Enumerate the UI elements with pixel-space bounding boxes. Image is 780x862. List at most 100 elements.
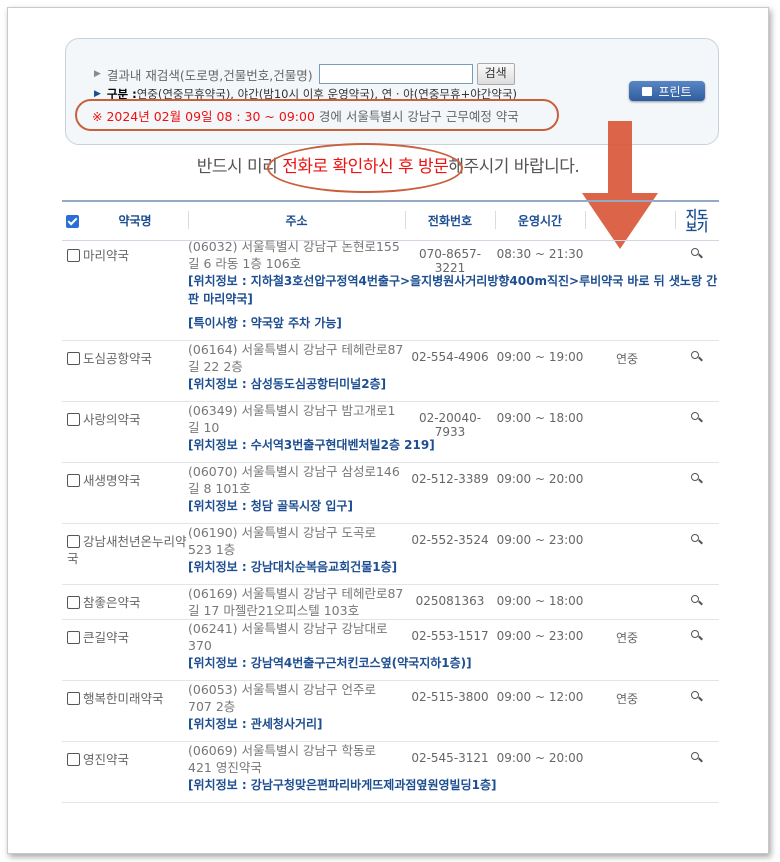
map-view-icon[interactable] xyxy=(690,629,704,643)
row-checkbox[interactable] xyxy=(67,595,80,609)
phone-cell: 02-545-3121 xyxy=(411,751,489,765)
info-block: [위치정보 : 강남역4번출구근처킨코스옆(약국지하1층)] xyxy=(62,654,719,680)
address-cell: (06349) 서울특별시 강남구 밤고개로1 길 10 xyxy=(188,402,405,436)
table-row: 큰길약국 (06241) 서울특별시 강남구 강남대로 370 02-553-1517… xyxy=(62,620,719,681)
phone-cell: 02-512-3389 xyxy=(411,472,489,486)
phone-cell: 025081363 xyxy=(415,594,485,608)
address-line2: 523 1층 xyxy=(188,542,236,557)
table-row: 마리약국 (06032) 서울특별시 강남구 논현로155 길 6 라동 1층 10… xyxy=(62,238,719,341)
map-view-icon[interactable] xyxy=(690,533,704,547)
table-row: 강남새천년온누리약국 (06190) 서울특별시 강남구 도곡로 523 1층 02-… xyxy=(62,524,719,585)
hours-cell: 08:30 ~ 21:30 xyxy=(496,247,584,261)
header-divider xyxy=(585,211,586,229)
address-cell: (06164) 서울특별시 강남구 테헤란로87 길 22 2층 xyxy=(188,341,405,375)
hours-cell: 09:00 ~ 23:00 xyxy=(496,533,584,547)
row-main: 큰길약국 (06241) 서울특별시 강남구 강남대로 370 02-553-1517… xyxy=(62,620,719,654)
date-text: ※ 2024년 02월 09일 08 : 30 ~ 09:00 xyxy=(92,108,315,124)
pharmacy-name-cell: 영진약국 xyxy=(67,751,187,768)
pharmacy-name: 큰길약국 xyxy=(83,630,130,645)
pharmacy-name-cell: 행복한미래약국 xyxy=(67,690,187,707)
row-checkbox[interactable] xyxy=(67,534,80,548)
row-checkbox[interactable] xyxy=(67,630,80,644)
select-all-cell[interactable] xyxy=(62,202,82,240)
header-address: 주소 xyxy=(285,214,308,228)
row-checkbox[interactable] xyxy=(67,752,80,766)
research-input[interactable] xyxy=(318,64,473,84)
type-cell: 연중 xyxy=(615,631,639,645)
page-frame: ▶ 결과내 재검색(도로명,건물번호,건물명) 검색 ▶ 구분 : 연중(연중무… xyxy=(7,7,769,854)
header-phone: 전화번호 xyxy=(427,214,473,228)
pharmacy-name-cell: 새생명약국 xyxy=(67,472,187,489)
address-cell: (06053) 서울특별시 강남구 언주로 707 2층 xyxy=(188,681,405,715)
address-cell: (06032) 서울특별시 강남구 논현로155 길 6 라동 1층 106호 xyxy=(188,238,405,272)
phone-cell: 02-552-3524 xyxy=(411,533,489,547)
address-line2: 370 xyxy=(188,638,212,653)
phone-cell: 070-8657-3221 xyxy=(418,247,482,275)
row-main: 사랑의약국 (06349) 서울특별시 강남구 밤고개로1 길 10 02-20040… xyxy=(62,402,719,439)
location-info: [위치정보 : 강남대치순복음교회건물1층] xyxy=(188,560,398,574)
table-row: 영진약국 (06069) 서울특별시 강남구 학동로 421 영진약국 02-545-… xyxy=(62,742,719,803)
phone-cell: 02-554-4906 xyxy=(411,350,489,364)
location-info: [위치정보 : 청담 골목시장 입구] xyxy=(188,499,353,513)
hours-cell: 09:00 ~ 12:00 xyxy=(496,690,584,704)
row-main: 영진약국 (06069) 서울특별시 강남구 학동로 421 영진약국 02-545-… xyxy=(62,742,719,776)
type-cell: 연중 xyxy=(615,692,639,706)
search-button[interactable]: 검색 xyxy=(476,63,515,85)
address-cell: (06069) 서울특별시 강남구 학동로 421 영진약국 xyxy=(188,742,405,776)
row-checkbox[interactable] xyxy=(67,473,80,487)
address-line1: (06190) 서울특별시 강남구 도곡로 xyxy=(188,525,376,540)
pharmacy-name: 영진약국 xyxy=(83,752,130,767)
map-view-icon[interactable] xyxy=(690,411,704,425)
hours-cell: 09:00 ~ 18:00 xyxy=(496,594,584,608)
address-line2: 길 10 xyxy=(188,420,220,435)
header-name: 약국명 xyxy=(118,214,152,228)
info-block: [위치정보 : 청담 골목시장 입구] xyxy=(62,497,719,523)
info-block: [위치정보 : 관세청사거리] xyxy=(62,715,719,741)
row-main: 강남새천년온누리약국 (06190) 서울특별시 강남구 도곡로 523 1층 02-… xyxy=(62,524,719,566)
notice-after: 해주시기 바랍니다. xyxy=(448,157,580,177)
address-line2: 길 6 라동 1층 106호 xyxy=(188,256,302,271)
map-view-icon[interactable] xyxy=(690,594,704,608)
pharmacy-name: 강남새천년온누리약국 xyxy=(67,534,187,566)
map-view-icon[interactable] xyxy=(690,751,704,765)
address-line2: 421 영진약국 xyxy=(188,760,262,775)
map-view-icon[interactable] xyxy=(690,247,704,261)
row-checkbox[interactable] xyxy=(67,351,80,365)
table-row: 행복한미래약국 (06053) 서울특별시 강남구 언주로 707 2층 02-515… xyxy=(62,681,719,742)
address-line1: (06164) 서울특별시 강남구 테헤란로87 xyxy=(188,342,404,357)
table-row: 새생명약국 (06070) 서울특별시 강남구 삼성로146 길 8 101호 02-… xyxy=(62,463,719,524)
info-block: [위치정보 : 강남구청맞은편파리바게뜨제과점옆원영빌딩1층] xyxy=(62,776,719,802)
header-map: 지도 보기 xyxy=(675,202,719,240)
address-line2: 길 17 마젤란21오피스텔 103호 xyxy=(188,603,360,618)
address-line1: (06241) 서울특별시 강남구 강남대로 xyxy=(188,621,388,636)
pharmacy-name: 새생명약국 xyxy=(83,473,141,488)
row-checkbox[interactable] xyxy=(67,412,80,426)
pharmacy-name: 도심공항약국 xyxy=(83,351,153,366)
row-main: 참좋은약국 (06169) 서울특별시 강남구 테헤란로87 길 17 마젤란21오… xyxy=(62,585,719,619)
row-main: 도심공항약국 (06164) 서울특별시 강남구 테헤란로87 길 22 2층 02-… xyxy=(62,341,719,375)
header-map-line2: 보기 xyxy=(685,220,709,234)
hours-cell: 09:00 ~ 19:00 xyxy=(496,350,584,364)
select-all-checkbox[interactable] xyxy=(65,214,79,228)
research-row: ▶ 결과내 재검색(도로명,건물번호,건물명) 검색 xyxy=(94,63,515,85)
row-checkbox[interactable] xyxy=(67,691,80,705)
pharmacy-name-cell: 사랑의약국 xyxy=(67,411,187,428)
location-info: [위치정보 : 지하철3호선압구정역4번출구>을지병원사거리방향400m직진>루… xyxy=(188,274,718,306)
location-info: [위치정보 : 강남역4번출구근처킨코스옆(약국지하1층)] xyxy=(188,656,472,670)
info-block: [위치정보 : 수서역3번출구현대벤처빌2층 219] xyxy=(62,436,719,462)
location-info: [특이사항 : 약국앞 주차 가능] xyxy=(188,316,342,330)
address-cell: (06241) 서울특별시 강남구 강남대로 370 xyxy=(188,620,405,654)
row-checkbox[interactable] xyxy=(67,248,80,262)
table-row: 사랑의약국 (06349) 서울특별시 강남구 밤고개로1 길 10 02-20040… xyxy=(62,402,719,463)
print-button[interactable]: 프린트 xyxy=(629,81,705,101)
row-main: 행복한미래약국 (06053) 서울특별시 강남구 언주로 707 2층 02-515… xyxy=(62,681,719,715)
map-view-icon[interactable] xyxy=(690,472,704,486)
pharmacy-name-cell: 참좋은약국 xyxy=(67,594,187,611)
date-location-row: ※ 2024년 02월 09일 08 : 30 ~ 09:00 경에 서울특별시… xyxy=(75,99,559,131)
map-view-icon[interactable] xyxy=(690,690,704,704)
address-line1: (06032) 서울특별시 강남구 논현로155 xyxy=(188,239,400,254)
address-line1: (06169) 서울특별시 강남구 테헤란로87 xyxy=(188,586,404,601)
pharmacy-name: 마리약국 xyxy=(83,248,130,263)
location-info: [위치정보 : 관세청사거리] xyxy=(188,717,323,731)
map-view-icon[interactable] xyxy=(690,350,704,364)
